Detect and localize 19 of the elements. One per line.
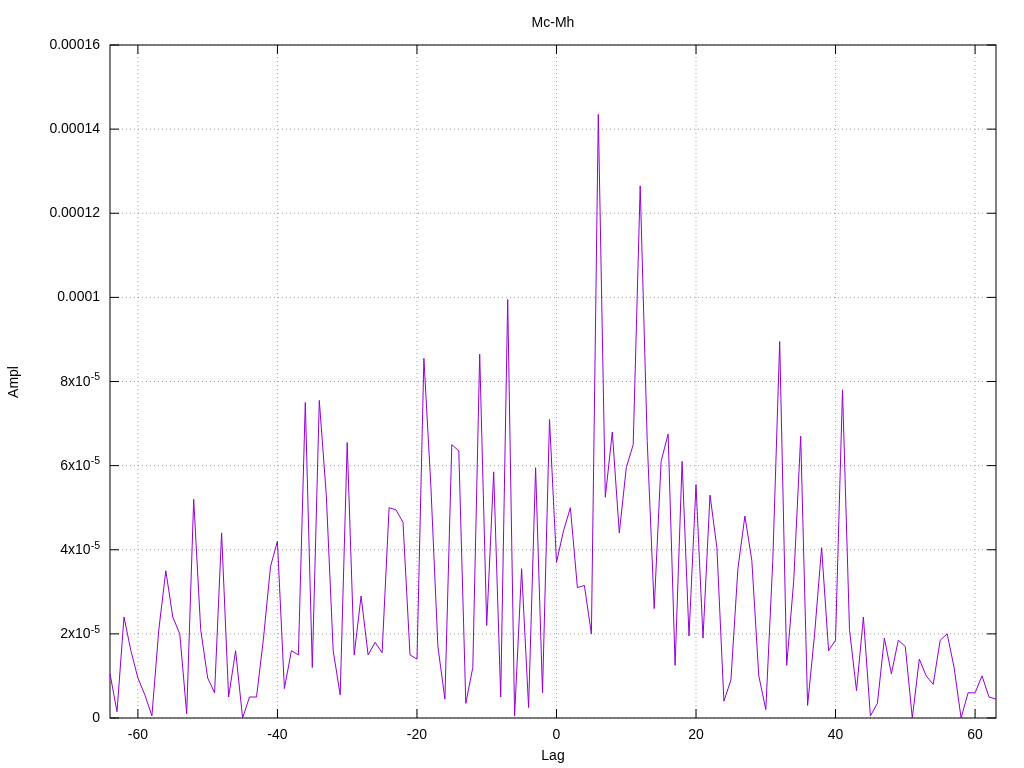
y-tick-label: 8x10$^{-5}$: [60, 373, 100, 388]
x-tick-label: -40: [267, 727, 288, 741]
y-tick-label: 4x10$^{-5}$: [60, 541, 100, 556]
x-tick-label: 0: [552, 727, 561, 741]
y-axis-label: Ampl: [6, 365, 20, 398]
x-tick-label: -60: [127, 727, 148, 741]
y-tick-label: 0.00012: [49, 205, 100, 220]
x-axis-label: Lag: [541, 748, 565, 762]
y-tick-label: 0: [92, 710, 100, 724]
y-tick-label: 0.00016: [49, 37, 100, 51]
x-tick-label: 60: [967, 727, 983, 741]
chart-title: Mc-Mh: [531, 15, 575, 29]
y-tick-label: 0.0001: [57, 289, 100, 304]
y-tick-label: 2x10$^{-5}$: [60, 625, 100, 640]
x-tick-label: 20: [688, 727, 704, 741]
y-tick-label: 0.00014: [49, 121, 100, 136]
x-tick-label: -20: [406, 727, 428, 741]
x-tick-label: 40: [827, 727, 844, 741]
y-tick-label: 6x10$^{-5}$: [60, 457, 100, 472]
